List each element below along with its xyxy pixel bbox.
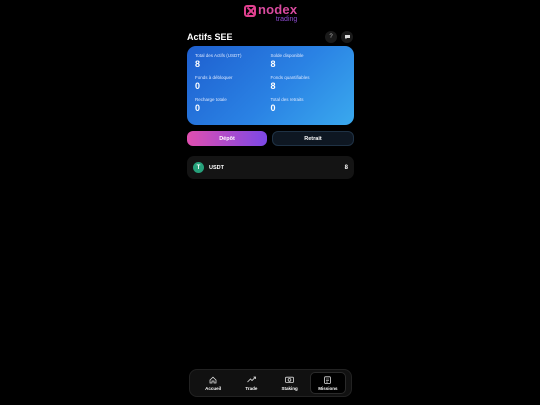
stat-funds-to-unlock: Fonds à débloquer 0 — [195, 75, 271, 91]
stat-label: Total des Actifs (USDT) — [195, 53, 242, 58]
stat-label: Total des retraits — [270, 97, 304, 102]
action-buttons: Dépôt Retrait — [187, 131, 354, 146]
stat-total-recharge: Recharge totale 0 — [195, 97, 271, 113]
stat-value: 8 — [270, 81, 276, 91]
brand-logo: nodex trading — [244, 3, 297, 23]
stat-total-withdrawals: Total des retraits 0 — [271, 97, 347, 113]
stat-label: Fonds à débloquer — [195, 75, 233, 80]
bottom-nav: Accueil Trade Staking Missions — [189, 369, 352, 397]
assets-summary-card: Total des Actifs (USDT) 8 Solde disponib… — [187, 46, 354, 125]
withdraw-button[interactable]: Retrait — [272, 131, 354, 146]
brand-sub: trading — [275, 16, 298, 23]
stat-available-balance: Solde disponible 8 — [271, 53, 347, 69]
help-icon[interactable]: ? — [325, 31, 337, 43]
asset-value: 8 — [344, 164, 348, 171]
asset-name: USDT — [209, 164, 224, 171]
nav-label: Trade — [245, 385, 258, 391]
stat-value: 0 — [195, 103, 201, 113]
stat-value: 0 — [195, 81, 201, 91]
nav-item-trade[interactable]: Trade — [233, 372, 269, 394]
asset-row-usdt[interactable]: T USDT 8 — [187, 156, 354, 179]
usdt-icon: T — [193, 162, 204, 173]
nav-label: Accueil — [205, 385, 222, 391]
stat-value: 0 — [270, 103, 276, 113]
nav-label: Missions — [318, 385, 338, 391]
deposit-button[interactable]: Dépôt — [187, 131, 267, 146]
camera-icon — [285, 376, 295, 384]
stat-label: Fonds quantifiables — [270, 75, 310, 80]
logo-mark-icon — [244, 5, 256, 17]
nav-item-missions[interactable]: Missions — [309, 372, 346, 394]
stat-total-assets: Total des Actifs (USDT) 8 — [195, 53, 271, 69]
stat-value: 8 — [195, 59, 201, 69]
stat-quantifiable-funds: Fonds quantifiables 8 — [271, 75, 347, 91]
stat-label: Solde disponible — [270, 53, 304, 58]
chat-bubble-icon[interactable] — [341, 31, 353, 43]
trend-icon — [246, 376, 256, 384]
page-header: Actifs SEE ? — [187, 30, 353, 44]
nav-item-staking[interactable]: Staking — [272, 372, 308, 394]
stat-value: 8 — [270, 59, 276, 69]
home-icon — [208, 376, 218, 384]
page-title: Actifs SEE — [187, 32, 233, 42]
brand-name: nodex — [258, 2, 298, 17]
stat-label: Recharge totale — [195, 97, 227, 102]
nav-item-home[interactable]: Accueil — [195, 372, 231, 394]
clipboard-icon — [323, 375, 333, 384]
nav-label: Staking — [281, 385, 298, 391]
